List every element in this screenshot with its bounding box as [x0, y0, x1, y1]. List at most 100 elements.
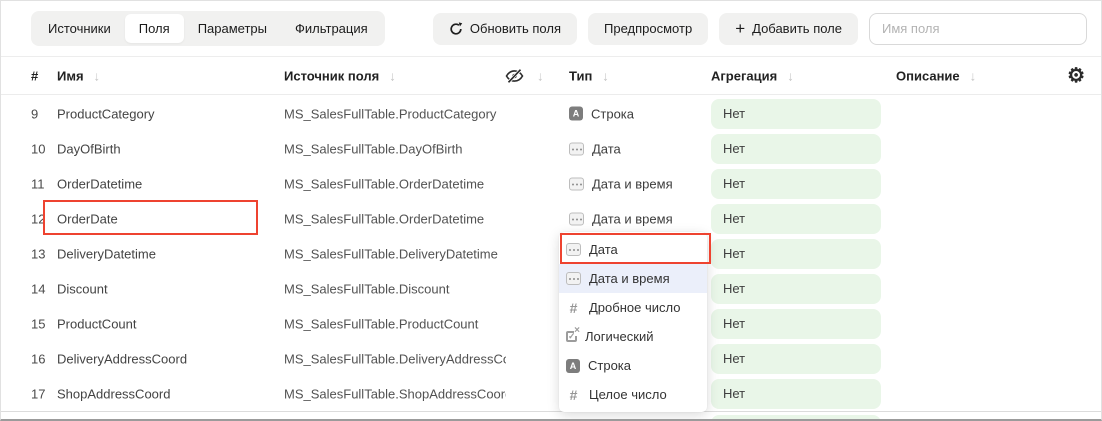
refresh-fields-button[interactable]: Обновить поля: [433, 13, 577, 45]
column-header-visibility: [505, 68, 544, 83]
field-name-cell[interactable]: OrderDate: [57, 211, 277, 226]
field-type-cell[interactable]: Дата и время: [569, 211, 673, 226]
column-header-number-label: #: [31, 68, 38, 83]
type-label: Дата и время: [592, 211, 673, 226]
add-field-button[interactable]: Добавить поле: [719, 13, 858, 45]
type-option-label: Целое число: [589, 387, 667, 402]
aggregation-badge[interactable]: Нет: [711, 204, 881, 234]
date-icon: [569, 142, 584, 155]
field-aggregation-cell: Нет: [711, 274, 881, 304]
sort-desc-icon[interactable]: [389, 69, 396, 82]
type-label: Дата и время: [592, 176, 673, 191]
table-row-11[interactable]: 11 OrderDatetime MS_SalesFullTable.Order…: [1, 166, 1101, 201]
preview-label: Предпросмотр: [604, 21, 692, 36]
table-row-10[interactable]: 10 DayOfBirth MS_SalesFullTable.DayOfBir…: [1, 131, 1101, 166]
table-row-9[interactable]: 9 ProductCategory MS_SalesFullTable.Prod…: [1, 96, 1101, 131]
string-icon: [569, 107, 583, 121]
field-type-cell[interactable]: Дата и время: [569, 176, 673, 191]
aggregation-badge[interactable]: Нет: [711, 239, 881, 269]
type-option-4[interactable]: Логический: [559, 322, 707, 351]
field-source-cell[interactable]: MS_SalesFullTable.ProductCount: [284, 316, 506, 331]
aggregation-badge[interactable]: Нет: [711, 169, 881, 199]
field-aggregation-cell: Нет: [711, 239, 881, 269]
column-header-source: Источник поля: [284, 68, 396, 83]
type-option-label: Дата: [589, 242, 618, 257]
field-type-cell[interactable]: Дата: [569, 141, 621, 156]
column-header-description-label: Описание: [896, 68, 960, 83]
field-aggregation-cell: Нет: [711, 99, 881, 129]
sort-desc-icon[interactable]: [787, 69, 794, 82]
sort-desc-icon[interactable]: [970, 69, 977, 82]
field-aggregation-cell: Нет: [711, 309, 881, 339]
tab-fields[interactable]: Поля: [125, 14, 184, 43]
table-row-14[interactable]: 14 Discount MS_SalesFullTable.Discount Н…: [1, 271, 1101, 306]
table-row-15[interactable]: 15 ProductCount MS_SalesFullTable.Produc…: [1, 306, 1101, 341]
tab-parameters[interactable]: Параметры: [184, 14, 281, 43]
field-name-cell[interactable]: DayOfBirth: [57, 141, 277, 156]
field-aggregation-cell: Нет: [711, 134, 881, 164]
type-option-2[interactable]: Дата и время: [559, 264, 707, 293]
string-icon: [566, 359, 580, 373]
field-name-cell[interactable]: DeliveryAddressCoord: [57, 351, 277, 366]
field-name-cell[interactable]: ProductCategory: [57, 106, 277, 121]
row-number: 17: [31, 386, 45, 401]
sort-desc-icon[interactable]: [537, 69, 544, 82]
eye-off-icon[interactable]: [505, 68, 524, 83]
row-number: 13: [31, 246, 45, 261]
row-number: 9: [31, 106, 38, 121]
aggregation-badge[interactable]: Нет: [711, 379, 881, 409]
aggregation-badge[interactable]: Нет: [711, 309, 881, 339]
table-row-13[interactable]: 13 DeliveryDatetime MS_SalesFullTable.De…: [1, 236, 1101, 271]
column-header-type: Тип: [569, 68, 609, 83]
type-option-1[interactable]: Дата: [559, 235, 707, 264]
datetime-icon: [566, 272, 581, 285]
field-source-cell[interactable]: MS_SalesFullTable.DeliveryDatetime: [284, 246, 506, 261]
section-tabs: Источники Поля Параметры Фильтрация: [31, 11, 385, 46]
dataset-editor-window: Источники Поля Параметры Фильтрация Обно…: [0, 0, 1102, 421]
aggregation-badge[interactable]: Нет: [711, 344, 881, 374]
aggregation-badge[interactable]: Нет: [711, 99, 881, 129]
row-number: 15: [31, 316, 45, 331]
row-number: 16: [31, 351, 45, 366]
type-option-6[interactable]: Целое число: [559, 380, 707, 409]
field-source-cell[interactable]: MS_SalesFullTable.DayOfBirth: [284, 141, 506, 156]
type-option-label: Строка: [588, 358, 631, 373]
field-name-input[interactable]: [869, 13, 1087, 45]
row-number: 10: [31, 141, 45, 156]
field-source-cell[interactable]: MS_SalesFullTable.ProductCategory: [284, 106, 506, 121]
field-name-cell[interactable]: DeliveryDatetime: [57, 246, 277, 261]
sort-desc-icon[interactable]: [602, 69, 609, 82]
field-source-cell[interactable]: MS_SalesFullTable.Discount: [284, 281, 506, 296]
aggregation-badge[interactable]: Нет: [711, 274, 881, 304]
field-source-cell[interactable]: MS_SalesFullTable.DeliveryAddressCoord: [284, 351, 506, 366]
column-header-number: #: [31, 68, 38, 83]
field-type-cell[interactable]: Строка: [569, 106, 634, 121]
field-aggregation-cell: Нет: [711, 379, 881, 409]
sort-desc-icon[interactable]: [94, 69, 101, 82]
field-name-cell[interactable]: ShopAddressCoord: [57, 386, 277, 401]
field-source-cell[interactable]: MS_SalesFullTable.ShopAddressCoord: [284, 386, 506, 401]
boolean-icon: [566, 331, 577, 342]
type-option-5[interactable]: Строка: [559, 351, 707, 380]
row-number: 12: [31, 211, 45, 226]
column-header-description: Описание: [896, 68, 976, 83]
gear-icon[interactable]: [1067, 66, 1085, 86]
type-option-label: Дата и время: [589, 271, 670, 286]
tab-sources[interactable]: Источники: [34, 14, 125, 43]
field-name-cell[interactable]: Discount: [57, 281, 277, 296]
field-aggregation-cell: Нет: [711, 344, 881, 374]
field-name-cell[interactable]: ProductCount: [57, 316, 277, 331]
aggregation-badge[interactable]: Нет: [711, 134, 881, 164]
plus-icon: [735, 20, 745, 37]
table-row-17[interactable]: 17 ShopAddressCoord MS_SalesFullTable.Sh…: [1, 376, 1101, 411]
field-aggregation-cell: Нет: [711, 204, 881, 234]
type-option-3[interactable]: Дробное число: [559, 293, 707, 322]
preview-button[interactable]: Предпросмотр: [588, 13, 708, 45]
table-header: # Имя Источник поля Тип: [1, 57, 1101, 95]
field-source-cell[interactable]: MS_SalesFullTable.OrderDatetime: [284, 176, 506, 191]
table-row-12[interactable]: 12 OrderDate MS_SalesFullTable.OrderDate…: [1, 201, 1101, 236]
table-row-16[interactable]: 16 DeliveryAddressCoord MS_SalesFullTabl…: [1, 341, 1101, 376]
tab-filtering[interactable]: Фильтрация: [281, 14, 382, 43]
field-name-cell[interactable]: OrderDatetime: [57, 176, 277, 191]
field-source-cell[interactable]: MS_SalesFullTable.OrderDatetime: [284, 211, 506, 226]
